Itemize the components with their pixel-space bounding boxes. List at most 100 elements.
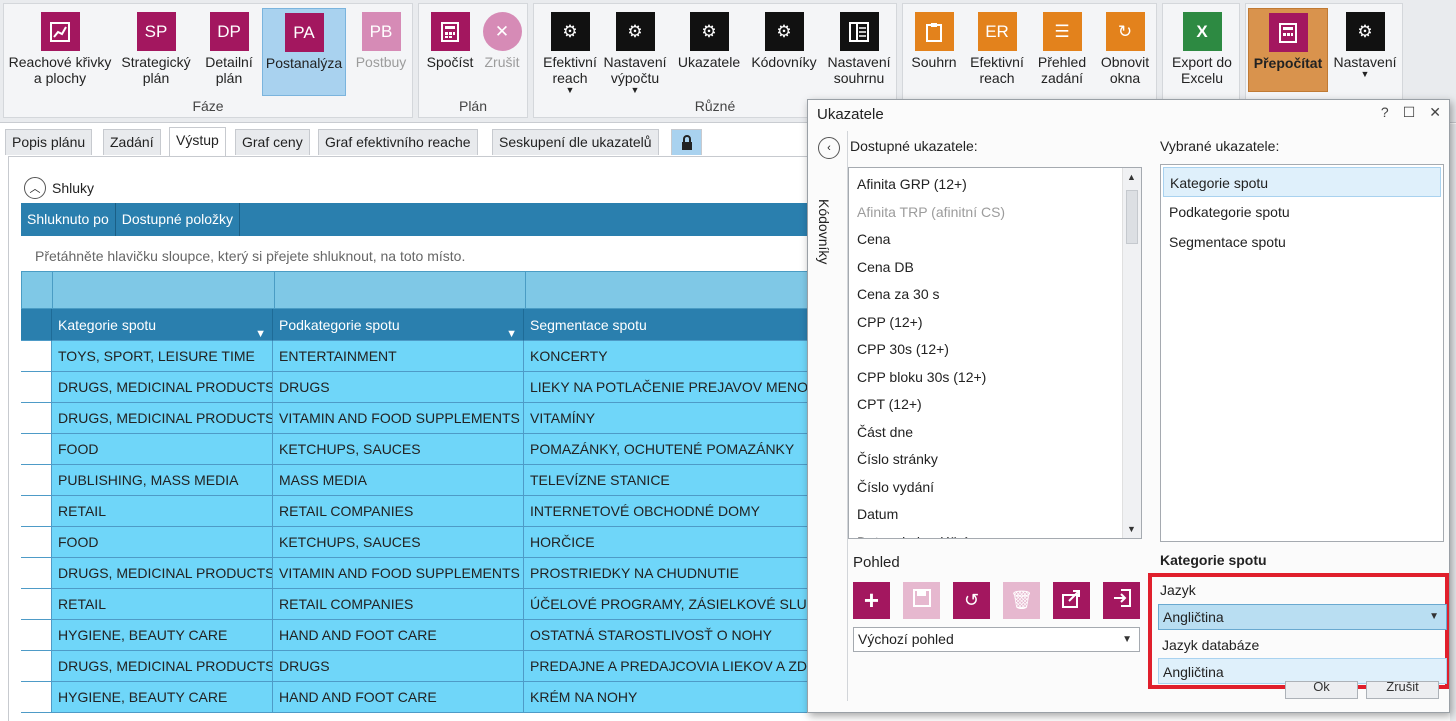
table-cell[interactable]: RETAIL — [52, 589, 273, 620]
table-cell[interactable]: DRUGS, MEDICINAL PRODUCTS — [52, 403, 273, 434]
list-item[interactable]: Cena DB — [849, 254, 1141, 282]
summary-settings-button[interactable]: Nastavení souhrnu — [824, 8, 894, 94]
list-item[interactable]: Cena — [849, 226, 1141, 254]
row-indicator[interactable] — [21, 620, 52, 651]
table-cell[interactable]: FOOD — [52, 434, 273, 465]
list-item[interactable]: CPP bloku 30s (12+) — [849, 364, 1141, 392]
table-cell[interactable]: KETCHUPS, SAUCES — [273, 434, 524, 465]
tab-zadani[interactable]: Zadání — [103, 129, 161, 155]
table-cell[interactable]: VITAMIN AND FOOD SUPPLEMENTS — [273, 558, 524, 589]
row-indicator[interactable] — [21, 682, 52, 713]
list-item[interactable]: Datum kalendářní — [849, 529, 1141, 539]
list-item[interactable]: Kategorie spotu — [1163, 167, 1441, 197]
effective-reach-output-button[interactable]: ER Efektivní reach — [965, 8, 1029, 94]
scroll-down-icon[interactable]: ▼ — [1127, 524, 1136, 534]
input-overview-button[interactable]: ☰ Přehled zadání — [1033, 8, 1091, 94]
table-cell[interactable]: HYGIENE, BEAUTY CARE — [52, 682, 273, 713]
tab-graf-ceny[interactable]: Graf ceny — [235, 129, 310, 155]
chevron-left-icon[interactable]: ‹ — [818, 137, 840, 159]
table-cell[interactable]: RETAIL COMPANIES — [273, 496, 524, 527]
lock-tab[interactable] — [671, 129, 702, 155]
indicators-button[interactable]: ⚙ Ukazatele — [674, 8, 744, 94]
table-cell[interactable]: VITAMIN AND FOOD SUPPLEMENTS — [273, 403, 524, 434]
column-header-podkategorie[interactable]: Podkategorie spotu ▼ — [273, 309, 524, 341]
postbuy-button[interactable]: PB Postbuy — [350, 8, 412, 94]
list-item[interactable]: CPP 30s (12+) — [849, 336, 1141, 364]
postanalysis-button[interactable]: PA Postanalýza — [262, 8, 346, 96]
collapse-icon[interactable]: ︿ — [24, 177, 46, 199]
save-view-button[interactable] — [903, 582, 940, 619]
list-item[interactable]: Afinita GRP (12+) — [849, 171, 1141, 199]
table-cell[interactable]: DRUGS, MEDICINAL PRODUCTS — [52, 558, 273, 589]
ok-button[interactable]: Ok — [1285, 681, 1358, 699]
table-cell[interactable]: DRUGS, MEDICINAL PRODUCTS — [52, 651, 273, 682]
row-indicator[interactable] — [21, 372, 52, 403]
scroll-up-icon[interactable]: ▲ — [1127, 172, 1136, 182]
list-item[interactable]: Číslo vydání — [849, 474, 1141, 502]
table-cell[interactable]: ENTERTAINMENT — [273, 341, 524, 372]
list-item[interactable]: Podkategorie spotu — [1163, 197, 1441, 227]
tab-seskupeni[interactable]: Seskupení dle ukazatelů — [492, 129, 659, 155]
cancel-button[interactable]: Zrušit — [1366, 681, 1439, 699]
import-view-button[interactable] — [1103, 582, 1140, 619]
list-item[interactable]: Datum — [849, 501, 1141, 529]
help-icon[interactable]: ? — [1381, 104, 1389, 121]
row-indicator[interactable] — [21, 403, 52, 434]
calculate-button[interactable]: Spočíst — [423, 8, 477, 94]
language-option[interactable]: Jazyk databáze — [1158, 632, 1447, 658]
available-indicators-list[interactable]: Afinita GRP (12+) Afinita TRP (afinitní C… — [848, 167, 1142, 539]
tab-vystup[interactable]: Výstup — [169, 127, 226, 156]
available-items-label[interactable]: Dostupné položky — [116, 203, 241, 236]
tab-graf-efektivniho-reache[interactable]: Graf efektivního reache — [318, 129, 478, 155]
column-header-kategorie[interactable]: Kategorie spotu ▼ — [52, 309, 273, 341]
table-cell[interactable]: MASS MEDIA — [273, 465, 524, 496]
table-cell[interactable]: DRUGS — [273, 651, 524, 682]
row-indicator[interactable] — [21, 341, 52, 372]
table-cell[interactable]: RETAIL COMPANIES — [273, 589, 524, 620]
cancel-calc-button[interactable]: ✕ Zrušit — [479, 8, 525, 94]
table-cell[interactable]: DRUGS, MEDICINAL PRODUCTS — [52, 372, 273, 403]
row-indicator[interactable] — [21, 558, 52, 589]
codebooks-side-label[interactable]: Kódovníky — [816, 199, 832, 264]
drag-hint[interactable]: Přetáhněte hlavičku sloupce, který si př… — [21, 243, 819, 269]
list-item[interactable]: Část dne — [849, 419, 1141, 447]
row-indicator[interactable] — [21, 434, 52, 465]
codebooks-button[interactable]: ⚙ Kódovníky — [750, 8, 818, 94]
effective-reach-button[interactable]: ⚙ Efektivní reach ▼ — [538, 8, 602, 95]
scroll-thumb[interactable] — [1126, 190, 1138, 244]
recalculate-button[interactable]: Přepočítat — [1248, 8, 1328, 92]
export-excel-button[interactable]: X Export do Excelu — [1167, 8, 1237, 94]
grouped-by-label[interactable]: Shluknuto po — [21, 203, 116, 236]
table-cell[interactable]: HAND AND FOOT CARE — [273, 620, 524, 651]
row-indicator[interactable] — [21, 465, 52, 496]
refresh-windows-button[interactable]: ↻ Obnovit okna — [1095, 8, 1155, 94]
list-item[interactable]: Cena za 30 s — [849, 281, 1141, 309]
table-cell[interactable]: DRUGS — [273, 372, 524, 403]
list-item[interactable]: CPT (12+) — [849, 391, 1141, 419]
strategic-plan-button[interactable]: SP Strategický plán — [116, 8, 196, 94]
settings-button[interactable]: ⚙ Nastavení ▼ — [1330, 8, 1400, 94]
filter-icon[interactable]: ▼ — [506, 318, 517, 340]
table-cell[interactable]: PUBLISHING, MASS MEDIA — [52, 465, 273, 496]
list-item[interactable]: Segmentace spotu — [1163, 227, 1441, 257]
list-item[interactable]: Číslo stránky — [849, 446, 1141, 474]
row-indicator[interactable] — [21, 589, 52, 620]
filter-icon[interactable]: ▼ — [255, 318, 266, 340]
reset-view-button[interactable]: ↺ — [953, 582, 990, 619]
summary-button[interactable]: Souhrn — [907, 8, 961, 94]
list-item[interactable]: CPP (12+) — [849, 309, 1141, 337]
table-cell[interactable]: KETCHUPS, SAUCES — [273, 527, 524, 558]
table-cell[interactable]: FOOD — [52, 527, 273, 558]
share-view-button[interactable] — [1053, 582, 1090, 619]
selected-indicators-list[interactable]: Kategorie spotu Podkategorie spotu Segment… — [1160, 164, 1444, 542]
tab-popis-planu[interactable]: Popis plánu — [5, 129, 93, 155]
table-cell[interactable]: HAND AND FOOT CARE — [273, 682, 524, 713]
row-indicator[interactable] — [21, 651, 52, 682]
table-cell[interactable]: RETAIL — [52, 496, 273, 527]
reach-curves-button[interactable]: Reachové křivky a plochy — [6, 8, 114, 94]
table-cell[interactable]: TOYS, SPORT, LEISURE TIME — [52, 341, 273, 372]
delete-view-button[interactable]: 🗑 — [1003, 582, 1040, 619]
language-select[interactable]: Angličtina ▼ — [1158, 604, 1447, 630]
row-indicator[interactable] — [21, 527, 52, 558]
calc-settings-button[interactable]: ⚙ Nastavení výpočtu ▼ — [602, 8, 668, 95]
